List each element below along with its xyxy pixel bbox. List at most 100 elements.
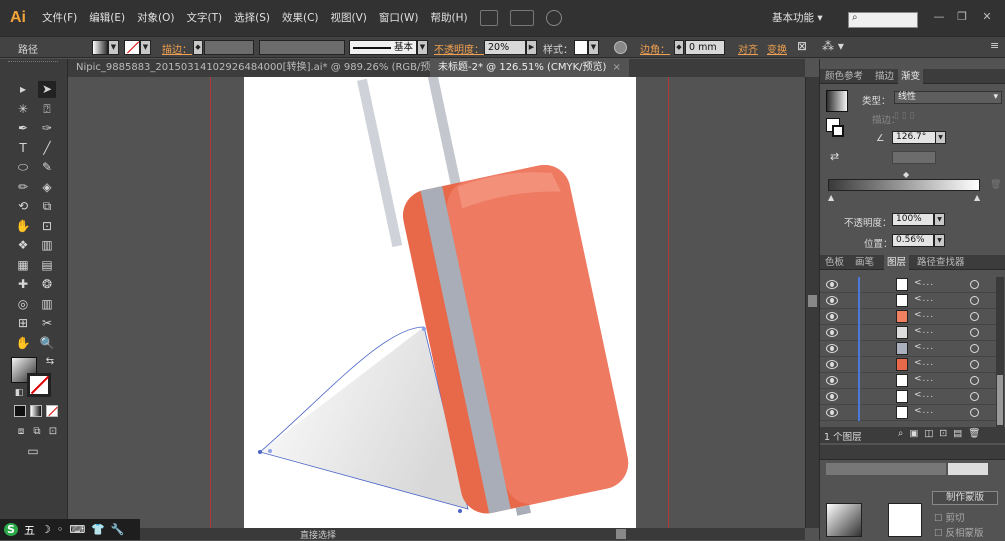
maximize-button[interactable]: ❐ [953,10,971,26]
invert-mask-checkbox[interactable]: ☐ 反相蒙版 [934,525,984,539]
layer-name[interactable]: <... [914,390,934,400]
fill-swatch[interactable] [92,40,108,55]
angle-dropdown[interactable]: ▼ [935,131,946,144]
tool-7-icon[interactable]: ╱ [38,140,56,157]
none-mode-icon[interactable] [46,405,58,417]
target-circle-icon[interactable] [970,376,979,385]
position-dropdown[interactable]: ▼ [934,234,945,247]
arrange-documents-icon[interactable] [509,10,534,26]
tab-color-guide[interactable]: 颜色参考 [822,69,866,84]
tool-4-icon[interactable]: ✒ [14,120,32,137]
layer-name[interactable]: <... [914,342,934,352]
anchor-point[interactable] [458,509,462,513]
layer-name[interactable]: <... [914,406,934,416]
tool-17-icon[interactable]: ▥ [38,237,56,254]
horizontal-scrollbar[interactable] [68,528,805,540]
gradient-stop-start[interactable]: ▲ [828,193,834,202]
default-colors-icon[interactable]: ◧ [10,385,28,402]
tool-3-icon[interactable]: ⍰ [38,101,56,118]
blend-mode-select[interactable] [826,463,946,475]
layer-row[interactable]: <... [820,309,996,325]
target-circle-icon[interactable] [970,296,979,305]
layers-scrollbar[interactable] [996,277,1004,427]
close-tab-icon[interactable]: × [612,62,620,73]
ime-icon-2[interactable]: ☽ [41,523,51,536]
anchor-point[interactable] [258,450,262,454]
canvas-area[interactable] [68,77,805,528]
midpoint-diamond-icon[interactable]: ◆ [903,170,909,179]
anchor-point[interactable] [422,327,426,331]
target-circle-icon[interactable] [970,312,979,321]
variable-width-field[interactable] [259,40,345,55]
gradient-stop-end[interactable]: ▲ [974,193,980,202]
minimize-button[interactable]: — [930,10,948,26]
layer-name[interactable]: <... [914,310,934,320]
corner-field[interactable]: 0 mm [685,40,725,55]
tab-swatches[interactable]: 色板 [822,255,847,270]
target-circle-icon[interactable] [970,408,979,417]
menu-item-3[interactable]: 文字(T) [181,0,229,36]
artboard[interactable] [244,77,636,528]
layer-row[interactable]: <... [820,341,996,357]
tab-document-2[interactable]: 未标题-2* @ 126.51% (CMYK/预览) × [430,59,629,77]
visibility-eye-icon[interactable] [826,408,838,417]
tool-25-icon[interactable]: ✂ [38,315,56,332]
gradient-preview[interactable] [826,90,848,112]
aspect-ratio-field[interactable] [892,151,936,164]
stroke-weight-stepper[interactable]: ◆ [193,40,203,55]
tool-21-icon[interactable]: ❂ [38,276,56,293]
tool-19-icon[interactable]: ▤ [38,257,56,274]
stroke-color-swatch[interactable] [27,373,51,397]
tool-26-icon[interactable]: ✋ [14,335,32,352]
position-field[interactable]: 0.56% [892,234,934,247]
opacity-dropdown[interactable]: ▼ [934,213,945,226]
tool-15-icon[interactable]: ⊡ [38,218,56,235]
angle-field[interactable]: 126.7° [892,131,936,144]
vertical-scroll-thumb[interactable] [808,295,817,307]
layer-row[interactable]: <... [820,325,996,341]
visibility-eye-icon[interactable] [826,392,838,401]
tab-layers[interactable]: 图层 [884,255,910,270]
tool-12-icon[interactable]: ⟲ [14,198,32,215]
ime-icon-3[interactable]: ◦ [57,523,64,536]
tool-0-icon[interactable]: ▸ [14,81,32,98]
menu-item-1[interactable]: 编辑(E) [83,0,131,36]
style-dropdown[interactable]: ▼ [588,40,599,55]
tool-18-icon[interactable]: ▦ [14,257,32,274]
visibility-eye-icon[interactable] [826,312,838,321]
layer-name[interactable]: <... [914,326,934,336]
tool-5-icon[interactable]: ✑ [38,120,56,137]
anchor-point[interactable] [268,449,272,453]
layer-name[interactable]: <... [914,294,934,304]
layer-name[interactable]: <... [914,374,934,384]
screen-mode-icon[interactable]: ▭ [24,443,42,460]
tool-1-icon[interactable]: ➤ [38,81,56,98]
layer-row[interactable]: <... [820,357,996,373]
ime-icon-0[interactable]: S [4,523,18,536]
transform-link[interactable]: 变换 [767,41,787,56]
menu-item-4[interactable]: 选择(S) [228,0,276,36]
gradient-slider[interactable] [828,179,980,191]
trash-icon[interactable]: 🗑 [990,180,1001,190]
menu-item-8[interactable]: 帮助(H) [425,0,474,36]
opacity-dropdown[interactable]: ▶ [526,40,537,55]
tool-14-icon[interactable]: ✋ [14,218,32,235]
opacity-field[interactable]: 100% [892,213,934,226]
tool-8-icon[interactable]: ⬭ [14,159,32,176]
tab-brushes[interactable]: 画笔 [852,255,877,270]
target-circle-icon[interactable] [970,328,979,337]
swap-colors-icon[interactable]: ⇆ [41,353,59,370]
handle-bar-left[interactable] [357,78,403,248]
clip-checkbox[interactable]: ☐ 剪切 [934,510,965,524]
visibility-eye-icon[interactable] [826,296,838,305]
layer-name[interactable]: <... [914,278,934,288]
close-button[interactable]: ✕ [978,10,996,26]
tool-11-icon[interactable]: ◈ [38,179,56,196]
stroke-dropdown[interactable]: ▼ [140,40,151,55]
layer-row[interactable]: <... [820,293,996,309]
menu-item-6[interactable]: 视图(V) [325,0,373,36]
visibility-eye-icon[interactable] [826,280,838,289]
style-swatch[interactable] [574,40,588,55]
tool-16-icon[interactable]: ❖ [14,237,32,254]
make-mask-button[interactable]: 制作蒙版 [932,491,998,505]
